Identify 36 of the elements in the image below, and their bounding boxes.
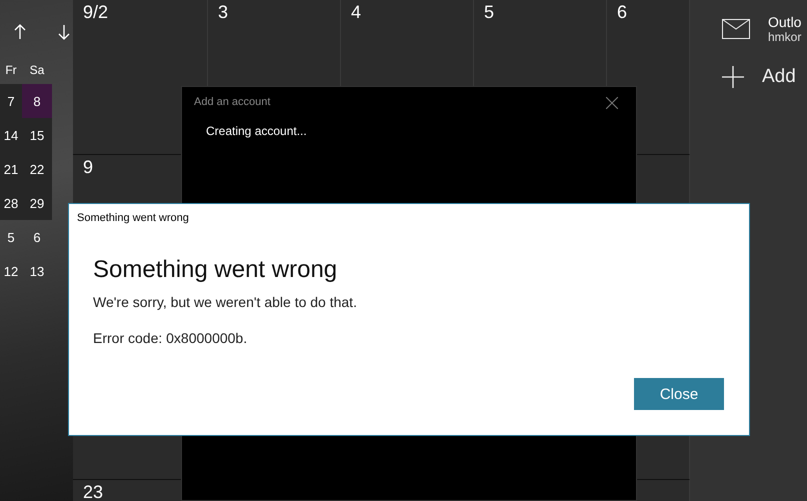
dialog-title: Something went wrong xyxy=(77,212,189,224)
date-label: 9/2 xyxy=(83,2,108,22)
calendar-day[interactable]: 7 xyxy=(0,84,22,118)
calendar-day[interactable]: 8 xyxy=(22,84,52,118)
date-label: 23 xyxy=(83,482,104,501)
account-email: hmkor xyxy=(768,30,802,44)
calendar-day[interactable]: 15 xyxy=(22,118,52,152)
date-label: 5 xyxy=(484,2,494,22)
plus-icon[interactable] xyxy=(722,66,744,88)
calendar-day[interactable]: 14 xyxy=(0,118,22,152)
calendar-day[interactable]: 28 xyxy=(0,186,22,220)
calendar-day[interactable]: 13 xyxy=(22,254,52,288)
mail-icon xyxy=(722,19,750,39)
calendar-day[interactable]: 21 xyxy=(0,152,22,186)
add-account-link[interactable]: Add xyxy=(762,66,796,88)
calendar-day[interactable]: 5 xyxy=(0,220,22,254)
error-message: We're sorry, but we weren't able to do that. xyxy=(93,294,357,310)
date-label: 9 xyxy=(83,157,94,177)
down-arrow-icon[interactable] xyxy=(58,24,70,40)
close-icon[interactable] xyxy=(606,97,618,109)
dialog-title: Add an account xyxy=(194,96,270,108)
date-label: 4 xyxy=(351,2,362,22)
status-text: Creating account... xyxy=(206,124,307,138)
calendar-day[interactable]: 12 xyxy=(0,254,22,288)
weekday-label: Fr xyxy=(4,62,18,79)
calendar-day[interactable]: 29 xyxy=(22,186,52,220)
date-label: 3 xyxy=(218,2,228,22)
calendar-day[interactable]: 6 xyxy=(22,220,52,254)
calendar-day[interactable]: 22 xyxy=(22,152,52,186)
up-arrow-icon[interactable] xyxy=(14,24,26,40)
account-name[interactable]: Outlo xyxy=(768,14,802,30)
error-heading: Something went wrong xyxy=(93,256,338,284)
weekday-label: Sa xyxy=(28,62,46,79)
date-label: 6 xyxy=(617,2,628,22)
close-button[interactable]: Close xyxy=(634,378,724,410)
error-code: Error code: 0x8000000b. xyxy=(93,330,248,346)
